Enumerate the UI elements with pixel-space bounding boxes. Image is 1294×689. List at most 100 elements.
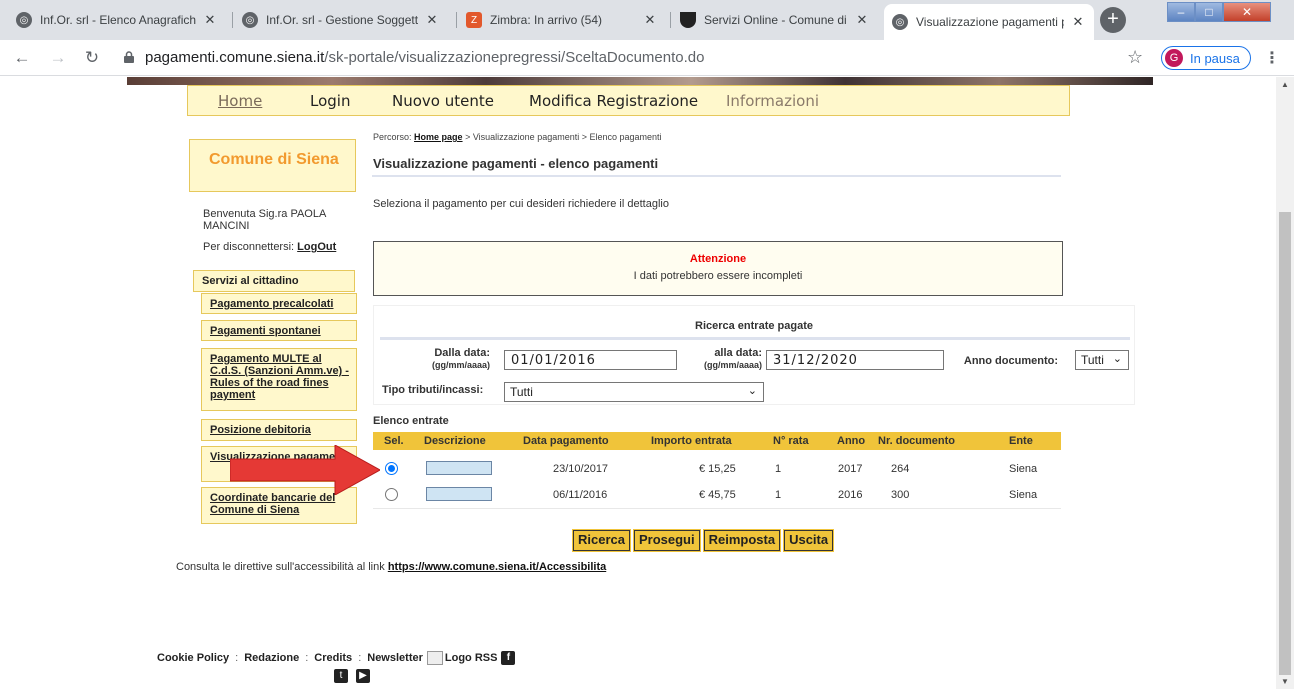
nav-login[interactable]: Login [310, 92, 350, 110]
table-row[interactable]: 23/10/2017 € 15,25 1 2017 264 Siena [373, 456, 1061, 482]
reimposta-button[interactable]: Reimposta [702, 529, 782, 552]
cell-rata: 1 [775, 463, 782, 475]
prosegui-button[interactable]: Prosegui [632, 529, 701, 552]
row-select-radio[interactable] [385, 462, 398, 475]
action-buttons: Ricerca Prosegui Reimposta Uscita [572, 529, 835, 552]
menu-kebab-icon[interactable]: ⋮ [1264, 48, 1280, 68]
from-date-input[interactable]: 01/01/2016 [504, 350, 677, 370]
scrollbar-thumb[interactable] [1279, 212, 1291, 675]
welcome-text: Benvenuta Sig.ra PAOLA MANCINI [203, 208, 326, 232]
sidebar-item-posizione-debitoria[interactable]: Posizione debitoria [201, 419, 357, 441]
sidebar-item-pagamenti-spontanei[interactable]: Pagamenti spontanei [201, 320, 357, 341]
nav-home[interactable]: Home [218, 92, 262, 110]
browser-tab-1[interactable]: ◎ Inf.Or. srl - Elenco Anagrafich ✕ [8, 6, 226, 34]
uscita-button[interactable]: Uscita [783, 529, 835, 552]
logout-link[interactable]: LogOut [297, 241, 336, 253]
cell-ente: Siena [1009, 489, 1038, 501]
header-banner-image [127, 77, 1153, 85]
browser-tab-5-active[interactable]: ◎ Visualizzazione pagamenti p ✕ [884, 4, 1094, 40]
scroll-up-icon[interactable]: ▲ [1281, 80, 1289, 89]
browser-tab-4[interactable]: Servizi Online - Comune di S ✕ [672, 6, 878, 34]
rss-alt-text: Logo RSS [444, 652, 498, 664]
close-icon[interactable]: ✕ [854, 12, 870, 28]
cell-anno: 2016 [838, 489, 863, 501]
anno-documento-label: Anno documento: [963, 355, 1058, 367]
cell-rata: 1 [775, 489, 782, 501]
column-header: Ente [1009, 435, 1033, 447]
redacted-description [426, 461, 492, 475]
footer-social: t ▶ [330, 669, 370, 683]
youtube-icon[interactable]: ▶ [356, 669, 370, 683]
reload-icon[interactable]: ↻ [82, 48, 102, 68]
services-heading: Servizi al cittadino [193, 270, 355, 292]
rss-link[interactable]: Logo RSS [426, 651, 498, 665]
footer-credits-link[interactable]: Credits [314, 652, 352, 664]
nav-informazioni[interactable]: Informazioni [726, 92, 819, 110]
brand-box: Comune di Siena [189, 139, 356, 192]
close-icon[interactable]: ✕ [424, 12, 440, 28]
browser-tab-2[interactable]: ◎ Inf.Or. srl - Gestione Soggetti ✕ [234, 6, 448, 34]
to-date-label-text: alla data: [714, 347, 762, 359]
window-close-icon[interactable]: ✕ [1223, 2, 1271, 22]
profile-button[interactable]: G In pausa [1161, 46, 1251, 70]
anno-documento-select[interactable]: Tutti ⌄ [1075, 350, 1129, 370]
cell-data-pagamento: 06/11/2016 [553, 489, 608, 501]
close-icon[interactable]: ✕ [1070, 14, 1086, 30]
column-header: Anno [837, 435, 866, 447]
tipo-tributi-select[interactable]: Tutti ⌄ [504, 382, 764, 402]
accessibility-prefix: Consulta le direttive sull'accessibilità… [176, 561, 385, 573]
column-header: Data pagamento [523, 435, 609, 447]
scroll-down-icon[interactable]: ▼ [1281, 677, 1289, 686]
table-header: Sel. Descrizione Data pagamento Importo … [373, 432, 1061, 450]
page-title: Visualizzazione pagamenti - elenco pagam… [373, 156, 659, 171]
nav-nuovo-utente[interactable]: Nuovo utente [392, 92, 494, 110]
table-row[interactable]: 06/11/2016 € 45,75 1 2016 300 Siena [373, 482, 1061, 508]
facebook-icon[interactable]: f [501, 651, 516, 665]
browser-tab-3[interactable]: Z Zimbra: In arrivo (54) ✕ [458, 6, 666, 34]
footer: Cookie Policy : Redazione : Credits : Ne… [157, 651, 516, 665]
ricerca-button[interactable]: Ricerca [572, 529, 631, 552]
url-field[interactable]: pagamenti.comune.siena.it/sk-portale/vis… [145, 49, 704, 66]
list-label: Elenco entrate [373, 415, 449, 427]
search-panel: Ricerca entrate pagate Dalla data: (gg/m… [373, 305, 1135, 405]
vertical-scrollbar[interactable]: ▲ ▼ [1276, 77, 1294, 689]
page-viewport: Home Login Nuovo utente Modifica Registr… [0, 77, 1276, 689]
twitter-icon[interactable]: t [334, 669, 348, 683]
breadcrumb-home-link[interactable]: Home page [414, 132, 463, 142]
close-icon[interactable]: ✕ [642, 12, 658, 28]
search-divider [380, 337, 1130, 340]
footer-cookie-link[interactable]: Cookie Policy [157, 652, 229, 664]
tab-title: Zimbra: In arrivo (54) [490, 13, 603, 27]
cell-documento: 264 [891, 463, 910, 475]
from-date-label-text: Dalla data: [434, 347, 490, 359]
url-host: pagamenti.comune.siena.it [145, 49, 325, 66]
row-select-radio[interactable] [385, 488, 398, 501]
sidebar-item-pagamento-multe[interactable]: Pagamento MULTE al C.d.S. (Sanzioni Amm.… [201, 348, 357, 411]
alert-box: Attenzione I dati potrebbero essere inco… [373, 241, 1063, 296]
avatar: G [1165, 49, 1183, 67]
cell-importo: € 15,25 [699, 463, 736, 475]
accessibility-link[interactable]: https://www.comune.siena.it/Accessibilit… [388, 561, 606, 573]
redacted-description [426, 487, 492, 501]
close-icon[interactable]: ✕ [202, 12, 218, 28]
globe-icon: ◎ [16, 12, 32, 28]
footer-newsletter-link[interactable]: Newsletter [367, 652, 423, 664]
from-date-hint: (gg/mm/aaaa) [431, 360, 490, 370]
lock-icon [124, 51, 134, 63]
sidebar-item-pagamento-precalcolati[interactable]: Pagamento precalcolati [201, 293, 357, 314]
breadcrumb-rest: > Visualizzazione pagamenti > Elenco pag… [465, 132, 662, 142]
forward-arrow-icon[interactable]: → [48, 48, 68, 68]
cell-importo: € 45,75 [699, 489, 736, 501]
minimize-icon[interactable]: – [1167, 2, 1195, 22]
footer-redazione-link[interactable]: Redazione [244, 652, 299, 664]
bookmark-star-icon[interactable]: ☆ [1127, 47, 1143, 68]
comune-icon [680, 12, 696, 28]
annotation-arrow-icon [230, 445, 380, 495]
to-date-input[interactable]: 31/12/2020 [766, 350, 944, 370]
instruction-text: Seleziona il pagamento per cui desideri … [373, 198, 669, 210]
table-bottom-border [373, 508, 1061, 509]
back-arrow-icon[interactable]: ← [12, 48, 32, 68]
nav-modifica-registrazione[interactable]: Modifica Registrazione [529, 92, 698, 110]
maximize-icon[interactable]: □ [1195, 2, 1223, 22]
new-tab-button[interactable]: + [1100, 7, 1126, 33]
